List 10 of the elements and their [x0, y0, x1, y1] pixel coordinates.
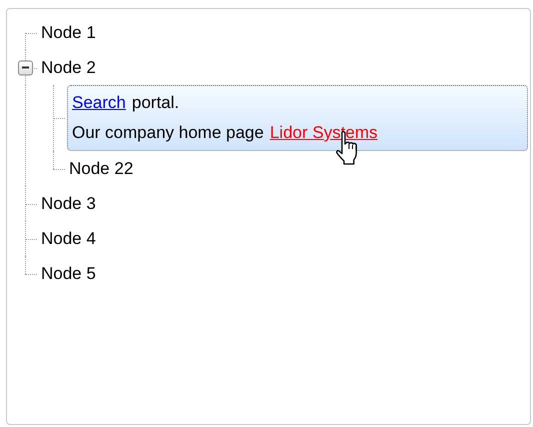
node-text: Our company home page [72, 122, 264, 144]
tree-node[interactable]: Node 3 [39, 190, 98, 216]
tree-node[interactable]: Node 22 [67, 156, 136, 182]
tree-node[interactable]: Node 2 [39, 54, 98, 80]
tree-node[interactable]: Node 1 [39, 20, 98, 46]
collapse-toggle[interactable] [18, 60, 33, 75]
tree-node[interactable]: Node 5 [39, 260, 98, 286]
link[interactable]: Search [72, 93, 126, 112]
node-text: portal. [132, 92, 180, 114]
tree-node[interactable]: Node 4 [39, 226, 98, 252]
